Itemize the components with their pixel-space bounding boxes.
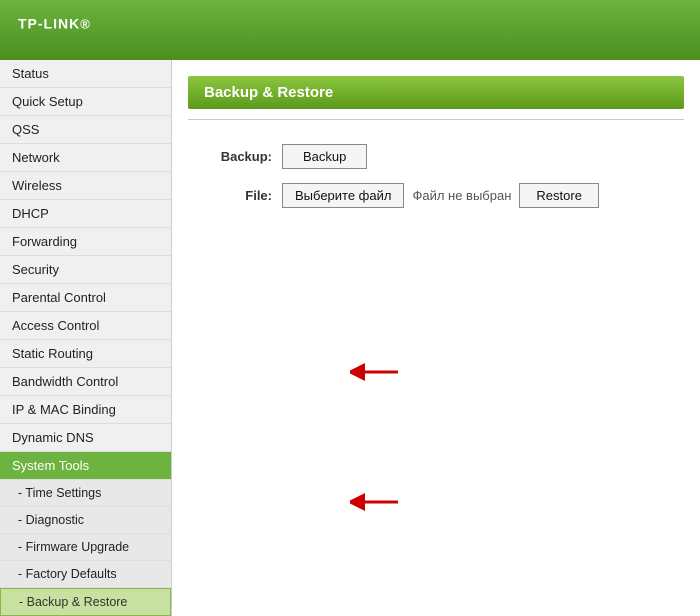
sidebar-item-wireless[interactable]: Wireless bbox=[0, 172, 171, 200]
backup-label: Backup: bbox=[202, 149, 282, 164]
backup-row: Backup: Backup bbox=[202, 144, 670, 169]
sidebar-item-dynamic-dns[interactable]: Dynamic DNS bbox=[0, 424, 171, 452]
header: TP-LINK® bbox=[0, 0, 700, 60]
sidebar-item-access-control[interactable]: Access Control bbox=[0, 312, 171, 340]
sidebar-item-time-settings[interactable]: - Time Settings bbox=[0, 480, 171, 507]
arrow-icon-2 bbox=[350, 488, 400, 516]
content-area: Backup: Backup File: Выберите файл Файл … bbox=[172, 120, 700, 246]
sidebar-item-static-routing[interactable]: Static Routing bbox=[0, 340, 171, 368]
sidebar-item-ip-mac-binding[interactable]: IP & MAC Binding bbox=[0, 396, 171, 424]
main-content: Backup & Restore Backup: Backup File: Вы… bbox=[172, 60, 700, 616]
logo: TP-LINK® bbox=[18, 14, 91, 46]
file-value: Выберите файл Файл не выбран Restore bbox=[282, 183, 599, 208]
sidebar-item-forwarding[interactable]: Forwarding bbox=[0, 228, 171, 256]
logo-text: TP-LINK bbox=[18, 16, 80, 32]
sidebar-item-qss[interactable]: QSS bbox=[0, 116, 171, 144]
backup-value: Backup bbox=[282, 144, 367, 169]
arrow-2 bbox=[350, 488, 400, 519]
logo-sup: ® bbox=[80, 17, 91, 32]
arrow-1 bbox=[350, 358, 400, 389]
page-title: Backup & Restore bbox=[188, 76, 684, 109]
file-row: File: Выберите файл Файл не выбран Resto… bbox=[202, 183, 670, 208]
sidebar: StatusQuick SetupQSSNetworkWirelessDHCPF… bbox=[0, 60, 172, 616]
sidebar-item-bandwidth-control[interactable]: Bandwidth Control bbox=[0, 368, 171, 396]
sidebar-item-system-tools[interactable]: System Tools bbox=[0, 452, 171, 480]
sidebar-item-diagnostic[interactable]: - Diagnostic bbox=[0, 507, 171, 534]
sidebar-item-quick-setup[interactable]: Quick Setup bbox=[0, 88, 171, 116]
sidebar-item-dhcp[interactable]: DHCP bbox=[0, 200, 171, 228]
choose-file-button[interactable]: Выберите файл bbox=[282, 183, 404, 208]
restore-button[interactable]: Restore bbox=[519, 183, 599, 208]
sidebar-item-network[interactable]: Network bbox=[0, 144, 171, 172]
arrow-icon-1 bbox=[350, 358, 400, 386]
file-label: File: bbox=[202, 188, 282, 203]
sidebar-item-factory-defaults[interactable]: - Factory Defaults bbox=[0, 561, 171, 588]
sidebar-item-parental-control[interactable]: Parental Control bbox=[0, 284, 171, 312]
sidebar-item-security[interactable]: Security bbox=[0, 256, 171, 284]
backup-button[interactable]: Backup bbox=[282, 144, 367, 169]
sidebar-item-status[interactable]: Status bbox=[0, 60, 171, 88]
sidebar-item-firmware-upgrade[interactable]: - Firmware Upgrade bbox=[0, 534, 171, 561]
file-status: Файл не выбран bbox=[412, 188, 511, 203]
sidebar-item-backup-restore[interactable]: - Backup & Restore bbox=[0, 588, 171, 616]
